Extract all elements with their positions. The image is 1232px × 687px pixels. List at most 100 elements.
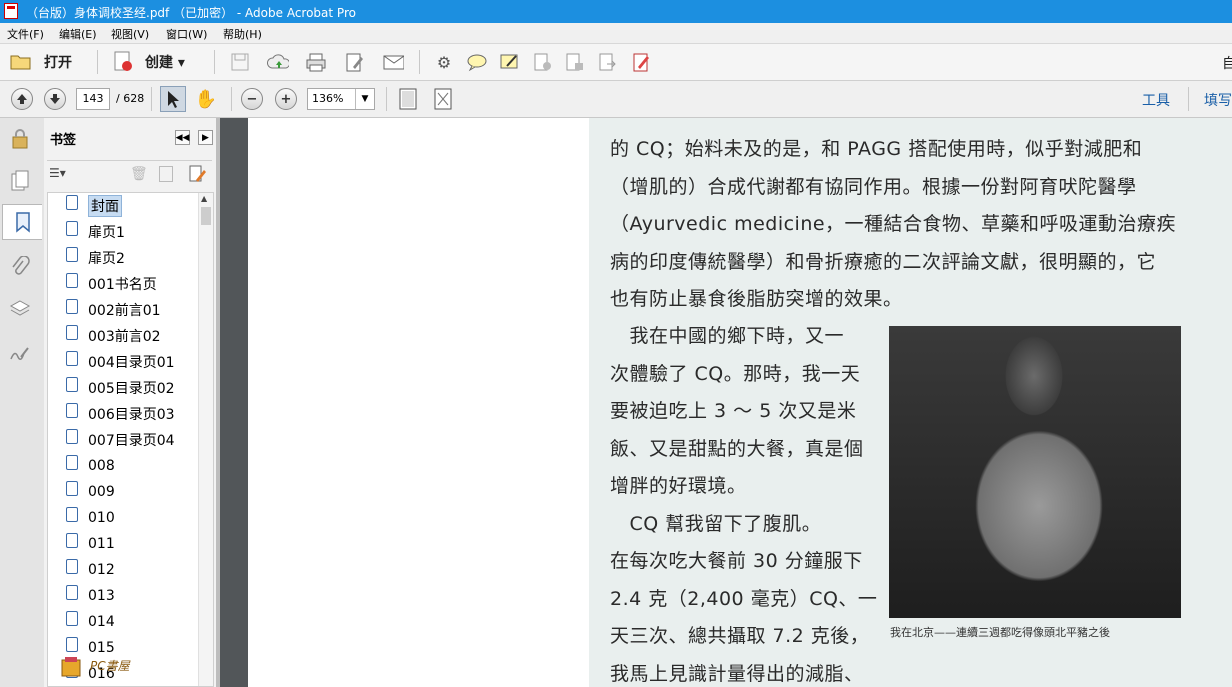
tools-tab[interactable]: 工具	[1142, 90, 1170, 110]
hand-tool-icon[interactable]: ✋	[195, 88, 217, 110]
print-icon[interactable]	[305, 51, 327, 73]
navigation-toolbar: 143 / 628 ✋ − + 136% ▼ 工具 填写	[0, 81, 1232, 118]
document-text-line: （增肌的）合成代謝都有協同作用。根據一份對阿育吠陀醫學	[610, 175, 1137, 198]
bookmark-label: 006目录页03	[88, 407, 175, 423]
bookmark-item[interactable]: 012	[66, 558, 115, 582]
paperclip-icon[interactable]	[8, 254, 32, 280]
bookmark-item[interactable]: 006目录页03	[66, 402, 175, 426]
signatures-icon[interactable]	[8, 340, 32, 366]
bookmark-label: 002前言01	[88, 303, 161, 319]
bookmark-scrollbar[interactable]: ▲	[198, 193, 213, 686]
select-tool-button[interactable]	[160, 86, 186, 112]
bookmark-item[interactable]: 封面	[66, 194, 122, 218]
bookmark-item[interactable]: 扉页1	[66, 220, 125, 244]
bookmark-page-icon	[66, 272, 78, 288]
export-page-icon[interactable]	[597, 51, 619, 73]
save-icon[interactable]	[229, 51, 251, 73]
bookmark-item[interactable]: 013	[66, 584, 115, 608]
bookmark-label: 004目录页01	[88, 355, 175, 371]
bookmark-item[interactable]: 002前言01	[66, 298, 161, 322]
document-text-line: 2.4 克（2,400 毫克）CQ、一	[610, 587, 878, 610]
scroll-up-arrow[interactable]: ▲	[201, 194, 207, 203]
folder-open-icon[interactable]	[10, 50, 32, 72]
bookmark-item[interactable]: 007目录页04	[66, 428, 175, 452]
page-number-input[interactable]: 143	[76, 88, 110, 110]
bookmark-item[interactable]: 004目录页01	[66, 350, 175, 374]
create-button[interactable]: 创建 ▾	[145, 52, 185, 72]
bookmark-page-icon	[66, 324, 78, 340]
chevron-down-icon[interactable]: ▼	[355, 89, 374, 109]
sign-document-icon[interactable]	[631, 51, 653, 73]
delete-bookmark-icon[interactable]: 🗑	[130, 166, 148, 182]
lock-icon[interactable]	[8, 126, 32, 152]
bookmark-page-icon	[66, 402, 78, 418]
menu-window[interactable]: 窗口(W)	[166, 26, 207, 42]
bookmark-item[interactable]: 005目录页02	[66, 376, 175, 400]
layers-icon[interactable]	[8, 296, 32, 322]
menu-edit[interactable]: 编辑(E)	[59, 26, 97, 42]
document-text-line: 增胖的好環境。	[610, 475, 747, 497]
email-icon[interactable]	[382, 51, 404, 73]
bookmark-page-icon	[66, 220, 78, 236]
open-button[interactable]: 打开	[44, 52, 72, 72]
navigation-pane-strip	[0, 118, 45, 687]
watermark-logo: PC書屋	[60, 654, 150, 682]
document-text-line: 的 CQ；始料未及的是，和 PAGG 搭配使用時，似乎對減肥和	[610, 138, 1143, 160]
previous-page-button[interactable]	[11, 88, 33, 110]
bookmark-page-icon	[66, 298, 78, 314]
panel-menu-button[interactable]: ▶	[198, 130, 213, 145]
comment-icon[interactable]	[466, 51, 488, 73]
new-bookmark-icon[interactable]	[159, 166, 173, 182]
next-page-button[interactable]	[44, 88, 66, 110]
zoom-in-button[interactable]: +	[275, 88, 297, 110]
page-thumbnails-icon[interactable]	[8, 168, 32, 194]
menu-help[interactable]: 帮助(H)	[223, 26, 262, 42]
bookmarks-title: 书签	[50, 133, 77, 148]
zoom-value: 136%	[312, 92, 344, 105]
bookmark-item[interactable]: 009	[66, 480, 115, 504]
bookmark-page-icon	[66, 532, 78, 548]
document-text-line: 病的印度傳統醫學）和骨折療癒的二次評論文獻，很明顯的，它	[610, 250, 1157, 273]
full-screen-icon[interactable]	[432, 88, 454, 110]
edit-document-icon[interactable]	[344, 51, 366, 73]
bookmarks-toolbar: ☰▾ 🗑	[47, 160, 212, 189]
bookmark-item[interactable]: 008	[66, 454, 115, 478]
bookmark-page-icon	[66, 558, 78, 574]
bookmark-page-icon	[66, 454, 78, 470]
remove-page-icon[interactable]	[532, 51, 554, 73]
highlight-icon[interactable]	[499, 51, 521, 73]
bookmark-label: 扉页2	[88, 251, 125, 267]
bookmark-label: 封面	[88, 195, 122, 217]
menu-file[interactable]: 文件(F)	[7, 26, 44, 42]
bookmark-item[interactable]: 011	[66, 532, 115, 556]
document-text-line: 次體驗了 CQ。那時，我一天	[610, 362, 861, 385]
gear-icon[interactable]: ⚙	[433, 51, 455, 73]
bookmarks-tab[interactable]	[2, 204, 42, 240]
bookmark-item[interactable]: 扉页2	[66, 246, 125, 270]
scrollbar-thumb[interactable]	[201, 207, 211, 225]
toolbar-divider	[151, 87, 152, 111]
options-menu-icon[interactable]: ☰▾	[49, 166, 66, 180]
bookmark-label: 014	[88, 614, 115, 630]
bookmark-properties-icon[interactable]	[187, 164, 207, 187]
fill-sign-tab[interactable]: 填写	[1204, 90, 1232, 110]
fit-page-icon[interactable]	[397, 88, 419, 110]
upload-cloud-icon[interactable]	[267, 51, 289, 73]
toolbar-divider	[231, 87, 232, 111]
zoom-out-button[interactable]: −	[241, 88, 263, 110]
bookmark-item[interactable]: 001书名页	[66, 272, 157, 296]
collapse-panel-button[interactable]: ◀◀	[175, 130, 190, 145]
bookmark-item[interactable]: 003前言02	[66, 324, 161, 348]
zoom-select[interactable]: 136% ▼	[307, 88, 375, 110]
menu-bar: 文件(F) 编辑(E) 视图(V) 窗口(W) 帮助(H)	[0, 23, 1232, 44]
bookmark-item[interactable]: 014	[66, 610, 115, 634]
bookmarks-panel: 书签 ◀◀ ▶ ☰▾ 🗑 封面扉页1 扉页2 001书名页 002前言01 003前言0…	[44, 118, 217, 687]
bookmark-label: 003前言02	[88, 329, 161, 345]
bookmark-page-icon	[66, 194, 78, 210]
lock-page-icon[interactable]	[564, 51, 586, 73]
create-pdf-icon[interactable]	[112, 50, 134, 72]
bookmark-page-icon	[66, 636, 78, 652]
bookmark-item[interactable]: 010	[66, 506, 115, 530]
menu-view[interactable]: 视图(V)	[111, 26, 149, 42]
document-text-line: （Ayurvedic medicine，一種結合食物、草藥和呼吸運動治療疾	[610, 213, 1177, 235]
